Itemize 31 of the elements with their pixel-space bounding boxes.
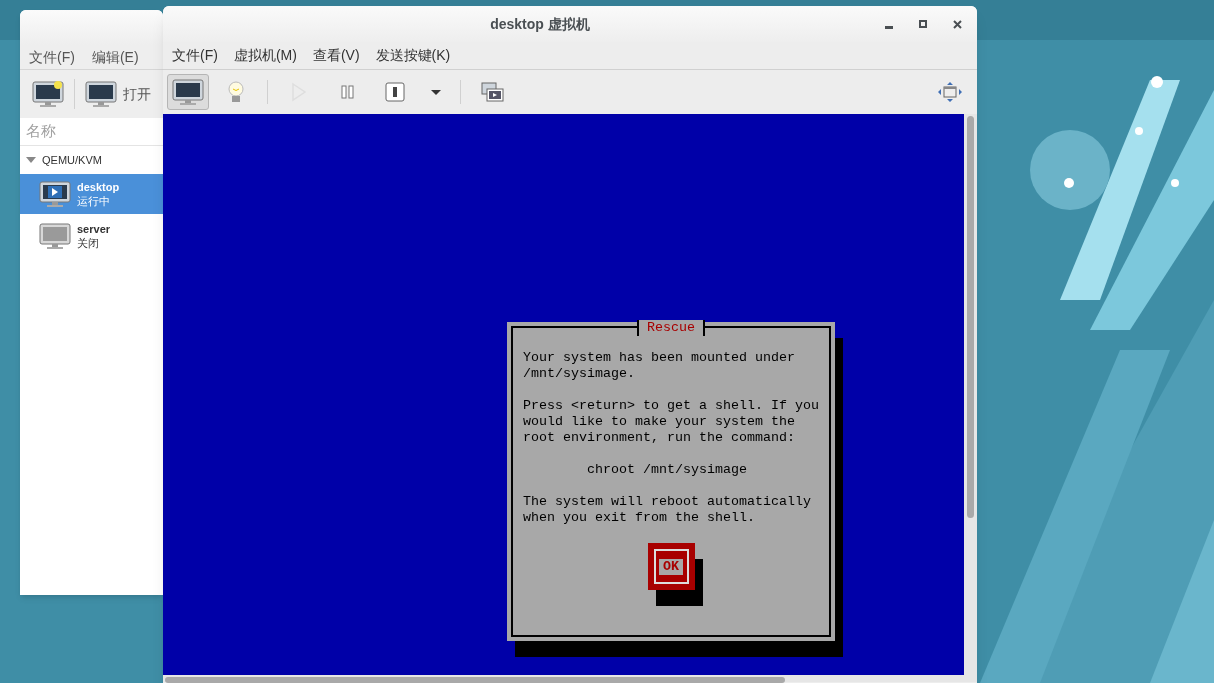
menu-item[interactable]: 虚拟机(M): [233, 45, 297, 66]
horizontal-scrollbar[interactable]: [163, 675, 977, 682]
menu-item[interactable]: 文件(F): [172, 45, 218, 66]
menu-item[interactable]: 查看(V): [312, 45, 360, 66]
vm-status: 运行中: [77, 194, 111, 208]
vm-row[interactable]: server 关闭: [20, 216, 163, 256]
minimize-icon: [885, 26, 893, 29]
vm-name: server: [77, 222, 111, 236]
vertical-scrollbar[interactable]: [964, 114, 977, 675]
message-text: The system will reboot automatically when you exit from the shell.: [523, 494, 812, 526]
close-icon: [952, 19, 962, 29]
vm-status: 关闭: [77, 236, 100, 250]
menu-item[interactable]: 编辑(E): [91, 46, 139, 68]
monitor-icon: [39, 180, 71, 208]
menu-item[interactable]: 文件(F): [29, 46, 75, 68]
command-text: chroot /mnt/sysimage: [586, 462, 748, 478]
monitor-icon: [32, 80, 64, 108]
maximize-icon: [919, 20, 927, 28]
expander-icon[interactable]: [26, 157, 36, 163]
monitor-icon: [39, 222, 71, 250]
message-text: Your system has been mounted under /mnt/sysimage.: [523, 350, 796, 382]
monitor-icon: [85, 80, 117, 108]
dialog-title: Rescue: [637, 320, 705, 336]
tree-node[interactable]: QEMU/KVM: [20, 148, 163, 172]
window-title: desktop 虚拟机: [490, 14, 590, 34]
fullscreen-icon: [938, 82, 962, 102]
message-text: Press <return> to get a shell. If you would like to make your system the root environment, run the command:: [523, 398, 820, 446]
menu-item[interactable]: 发送按键(K): [375, 45, 451, 66]
console-screen[interactable]: [163, 114, 964, 675]
vm-name: desktop: [77, 180, 120, 194]
new-vm-button[interactable]: [32, 80, 64, 108]
